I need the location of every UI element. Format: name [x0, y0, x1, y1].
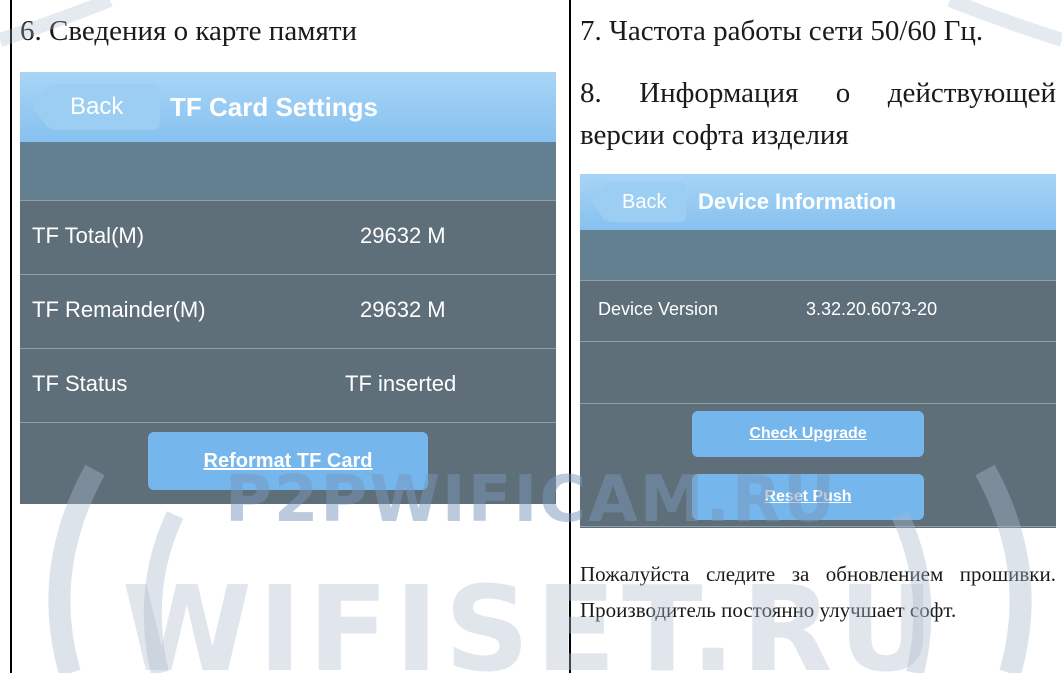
left-heading: 6. Сведения о карте памяти [20, 15, 358, 47]
reformat-tf-card-button[interactable]: Reformat TF Card [148, 432, 428, 490]
item-7-text: 7. Частота работы сети 50/60 Гц. [580, 15, 984, 47]
tf-back-button[interactable]: Back [50, 84, 160, 130]
device-screen-title: Device Information [698, 189, 897, 214]
device-version-row: Device Version 3.32.20.6073-20 [580, 281, 1056, 341]
tf-screen-title: TF Card Settings [170, 92, 379, 122]
tf-total-value: 29632 M [360, 223, 446, 248]
tf-status-value: TF inserted [345, 371, 457, 396]
document-table: 6. Сведения о карте памяти Back TF Card … [0, 0, 1062, 673]
device-blank-row [580, 230, 1056, 280]
table-border-middle [569, 0, 571, 673]
device-back-arrow [592, 182, 606, 222]
tf-back-arrow [32, 84, 50, 130]
tf-total-label: TF Total(M) [32, 223, 145, 248]
device-info-screen: Back Device Information Device Version 3… [580, 174, 1056, 528]
tf-blank-row [20, 142, 556, 200]
reset-push-button[interactable]: Reset Push [692, 474, 924, 520]
tf-status-label: TF Status [32, 371, 128, 396]
tf-total-row: TF Total(M) 29632 M [20, 201, 556, 274]
device-version-label: Device Version [598, 299, 719, 319]
tf-nav-bar: Back TF Card Settings [20, 72, 556, 142]
tf-back-label: Back [70, 93, 124, 120]
tf-remainder-label: TF Remainder(M) [32, 297, 206, 322]
tf-card-screen: Back TF Card Settings TF Total(M) 29632 … [20, 72, 556, 504]
tf-remainder-row: TF Remainder(M) 29632 M [20, 275, 556, 348]
table-border-left [10, 0, 12, 673]
firmware-note: Пожалуйста следите за обновлением прошив… [580, 562, 1056, 622]
device-nav-bar: Back Device Information [580, 174, 1056, 230]
divider [20, 422, 556, 423]
device-back-button[interactable]: Back [606, 182, 686, 222]
tf-status-row: TF Status TF inserted [20, 349, 556, 422]
item-8-text: 8. Информация о действующей версии софта… [580, 77, 1056, 151]
divider [580, 526, 1056, 527]
check-upgrade-button[interactable]: Check Upgrade [692, 411, 924, 457]
device-empty-row [580, 342, 1056, 403]
divider [580, 403, 1056, 404]
tf-remainder-value: 29632 M [360, 297, 446, 322]
device-back-label: Back [622, 191, 667, 213]
device-version-value: 3.32.20.6073-20 [806, 299, 938, 319]
